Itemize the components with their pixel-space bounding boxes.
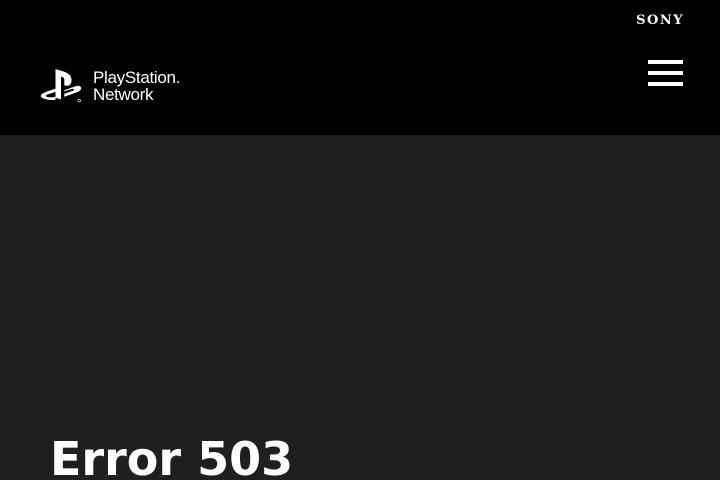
playstation-network-logo[interactable]: PlayStation. Network [40, 68, 180, 104]
logo-text-playstation: PlayStation. [93, 67, 181, 87]
menu-bar-bottom [648, 82, 683, 86]
logo-wordmark: PlayStation. Network [93, 69, 180, 104]
menu-bar-top [648, 60, 683, 64]
error-content-area: Error 503 [0, 135, 720, 480]
menu-bar-middle [648, 71, 683, 75]
logo-text-network: Network [93, 84, 154, 104]
sony-brand-logo: SONY [636, 13, 684, 28]
playstation-logo-icon [40, 69, 82, 103]
error-title: Error 503 [50, 432, 294, 480]
top-header: SONY PlayStation. Network [0, 0, 720, 135]
hamburger-menu-icon[interactable] [648, 60, 683, 88]
